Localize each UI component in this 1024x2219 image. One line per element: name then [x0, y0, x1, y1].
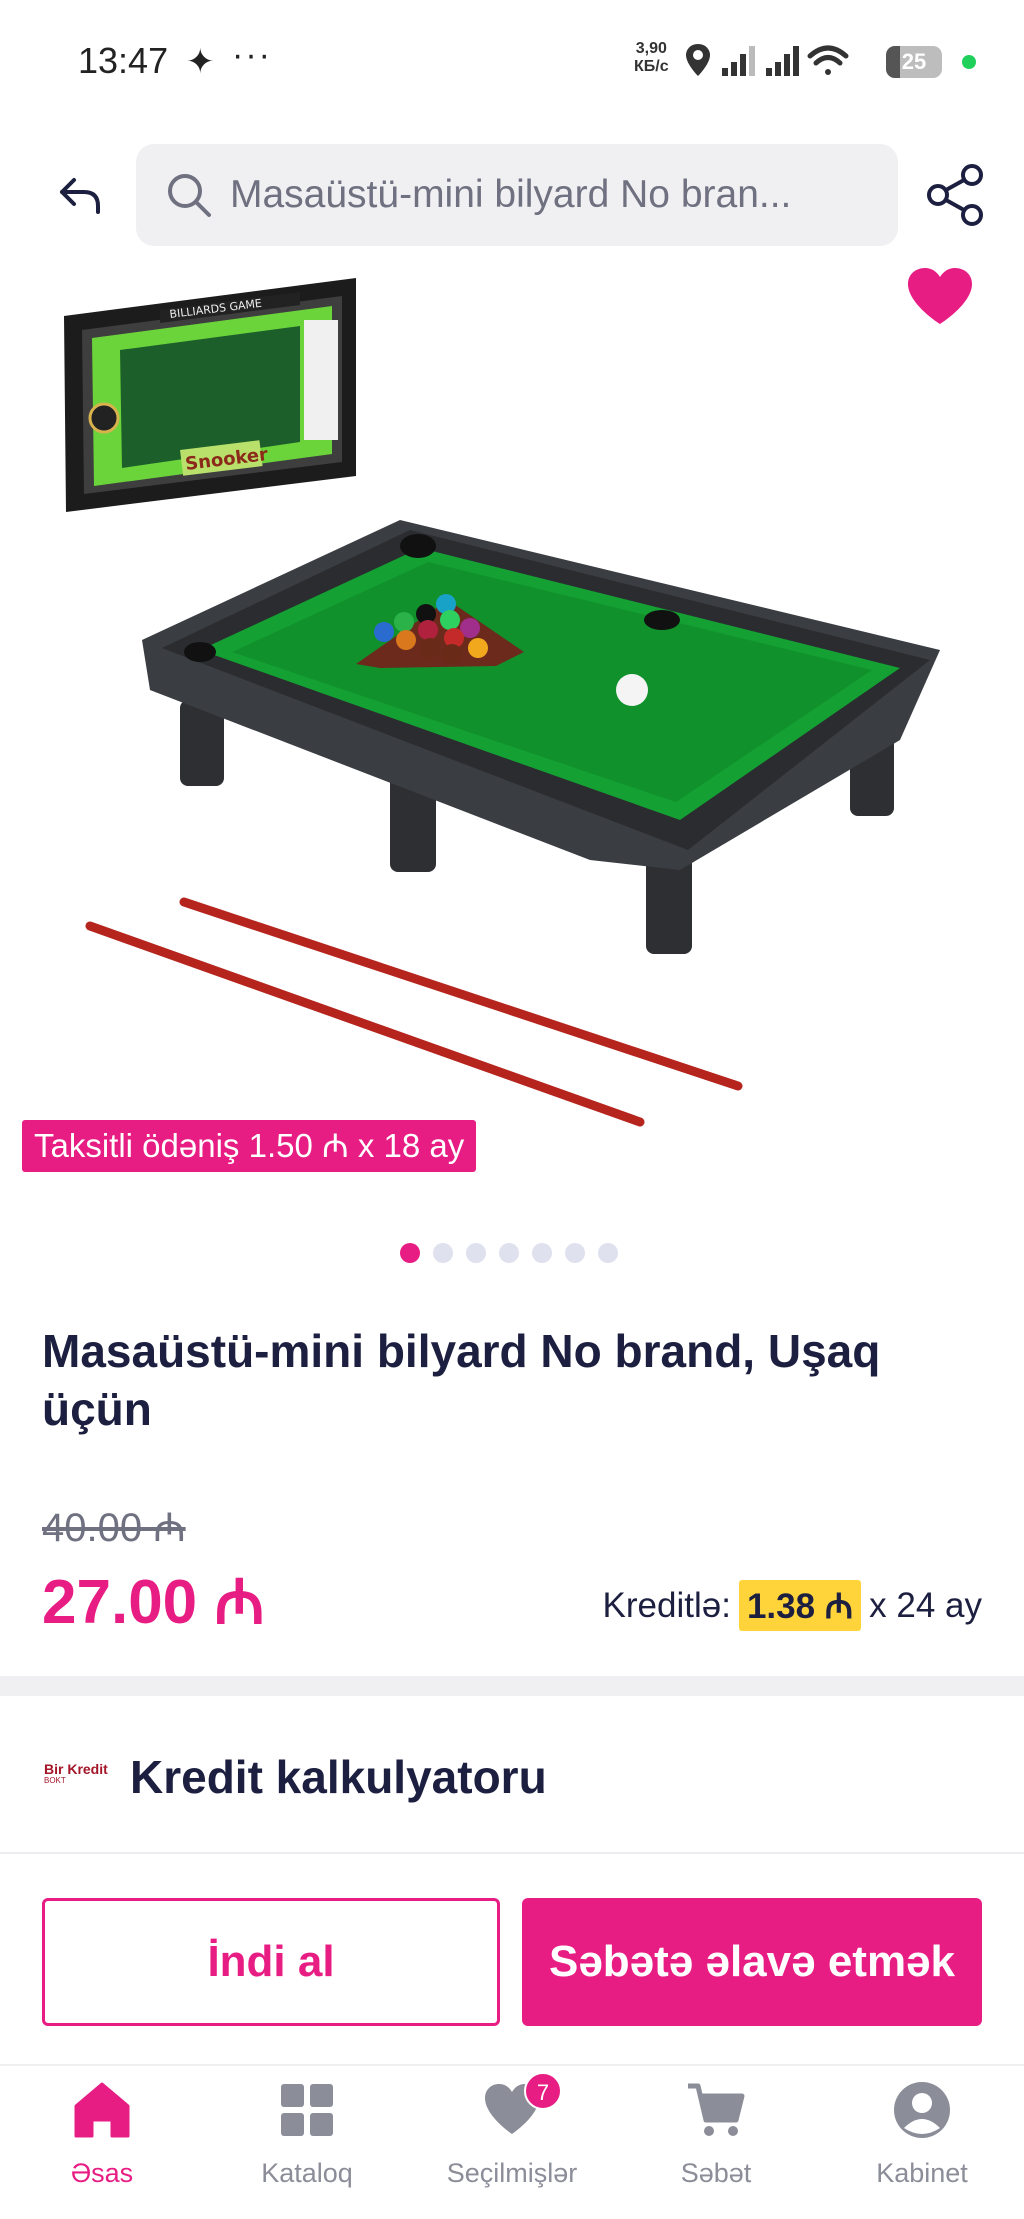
signal-icon-2 — [766, 46, 799, 76]
buy-now-button[interactable]: İndi al — [42, 1898, 500, 2026]
credit-offer: Kreditlə: 1.38 ₼ x 24 ay — [603, 1580, 982, 1631]
nav-label-home: Əsas — [70, 2158, 134, 2188]
search-icon — [168, 174, 211, 217]
gallery-pagination — [400, 1243, 618, 1263]
bottom-navigation: Əsas Kataloq 7 Seçilmişlər Səbət Kabinet — [0, 2064, 1024, 2219]
nav-label-catalog: Kataloq — [261, 2158, 353, 2188]
favorite-heart-icon[interactable] — [906, 266, 974, 326]
status-icons — [686, 44, 849, 76]
back-arrow-icon — [60, 178, 100, 214]
bir-kredit-logo: Bir Kredit BOKT — [44, 1762, 108, 1785]
nav-label-favorites: Seçilmişlər — [446, 2158, 578, 2188]
current-price: 27.00 ₼ — [42, 1568, 265, 1637]
old-price: 40.00 ₼ — [42, 1506, 186, 1550]
gallery-dot-2[interactable] — [433, 1243, 453, 1263]
product-image[interactable]: BILLIARDS GAME Snooker — [0, 260, 1024, 1200]
wifi-icon — [807, 45, 849, 75]
nav-item-catalog[interactable]: Kataloq — [207, 2080, 407, 2210]
divider — [0, 1852, 1024, 1854]
credit-term: x 24 ay — [869, 1585, 982, 1625]
product-box-image: BILLIARDS GAME Snooker — [64, 278, 356, 512]
share-icon[interactable] — [924, 162, 990, 228]
nav-item-home[interactable]: Əsas — [2, 2080, 202, 2210]
network-speed-value: 3,90 — [635, 40, 667, 57]
cart-icon — [688, 2083, 745, 2136]
search-query[interactable]: Masaüstü-mini bilyard No bran... — [230, 173, 870, 217]
location-icon — [686, 44, 710, 76]
search-bar[interactable]: Masaüstü-mini bilyard No bran... — [136, 144, 898, 246]
privacy-dot — [962, 55, 976, 69]
home-icon — [74, 2082, 130, 2138]
battery-level: 25 — [901, 49, 927, 74]
sparkle-icon: ✦ — [186, 43, 215, 81]
billiard-table-image — [142, 520, 940, 954]
status-bar: 13:47 ✦ ··· 3,90 КБ/с 25 — [0, 0, 1024, 130]
nav-label-account: Kabinet — [876, 2158, 968, 2188]
nav-label-cart: Səbət — [680, 2158, 752, 2188]
user-icon — [894, 2082, 950, 2138]
credit-calculator-row[interactable]: Bir Kredit BOKT Kredit kalkulyatoru — [0, 1710, 1024, 1840]
battery-icon: 25 — [886, 46, 946, 78]
nav-item-account[interactable]: Kabinet — [822, 2080, 1022, 2210]
product-title: Masaüstü-mini bilyard No brand, Uşaq üçü… — [42, 1325, 881, 1435]
section-divider — [0, 1676, 1024, 1696]
cue-ball — [616, 674, 648, 706]
network-speed-unit: КБ/с — [634, 58, 669, 75]
bir-kredit-logo-text: Bir Kredit — [44, 1761, 108, 1777]
credit-calculator-title: Kredit kalkulyatoru — [130, 1751, 547, 1803]
cue-sticks-image — [85, 897, 743, 1127]
nav-item-favorites[interactable]: 7 Seçilmişlər — [412, 2072, 612, 2210]
status-time: 13:47 — [78, 40, 169, 81]
back-button[interactable] — [52, 168, 108, 224]
installment-badge: Taksitli ödəniş 1.50 ₼ x 18 ay — [22, 1120, 477, 1172]
gallery-dot-1[interactable] — [400, 1243, 420, 1263]
gallery-dot-3[interactable] — [466, 1243, 486, 1263]
grid-icon — [281, 2084, 333, 2136]
nav-item-cart[interactable]: Səbət — [616, 2080, 816, 2210]
gallery-dot-6[interactable] — [565, 1243, 585, 1263]
credit-amount: 1.38 ₼ — [738, 1580, 862, 1631]
signal-icon-1 — [722, 46, 755, 76]
add-to-cart-button[interactable]: Səbətə əlavə etmək — [522, 1898, 982, 2026]
gallery-dot-5[interactable] — [532, 1243, 552, 1263]
gallery-dot-4[interactable] — [499, 1243, 519, 1263]
favorites-count-badge: 7 — [524, 2072, 562, 2110]
credit-label: Kreditlə: — [602, 1585, 731, 1625]
network-speed: 3,90 КБ/с — [634, 40, 669, 76]
more-icon: ··· — [232, 36, 272, 74]
bir-kredit-logo-sub: BOKT — [44, 1776, 66, 1785]
gallery-dot-7[interactable] — [598, 1243, 618, 1263]
